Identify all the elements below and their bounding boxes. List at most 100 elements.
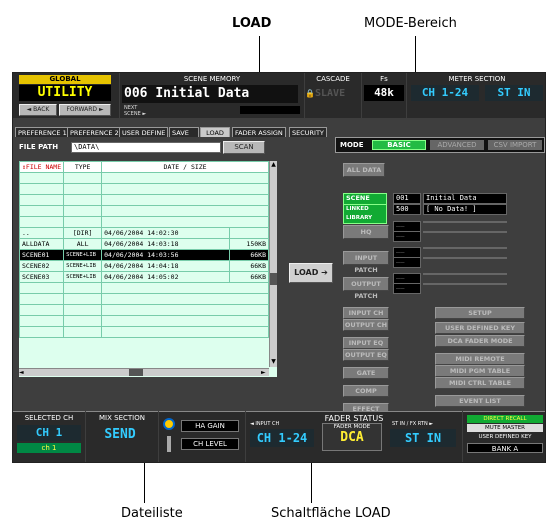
selected-ch-value[interactable]: CH 1 (17, 425, 81, 441)
all-data-button[interactable]: ALL DATA (343, 163, 385, 177)
hq-name (423, 221, 507, 223)
direct-recall-button[interactable]: DIRECT RECALL (467, 415, 543, 423)
input-eq-button[interactable]: INPUT EQ (343, 337, 389, 349)
hq-name (423, 231, 507, 233)
hq-field: —— (393, 231, 421, 242)
file-list: ⇕FILE NAME TYPE DATE / SIZE .. [DIR] 04/06/2… (18, 161, 277, 377)
hq-button[interactable]: HQ (343, 225, 389, 239)
input-ch-button[interactable]: INPUT CH (343, 307, 389, 319)
fs-value: 48k (364, 85, 404, 101)
st-in-fx-label: ST IN / FX RTN ► (392, 421, 434, 427)
fader-st-in-button[interactable]: ST IN (390, 429, 456, 447)
bank-button[interactable]: BANK A (467, 443, 543, 453)
scene-memory-label: SCENE MEMORY (183, 75, 241, 83)
scene-number: 006 (124, 86, 148, 101)
comp-button[interactable]: COMP (343, 385, 389, 397)
midi-remote-button[interactable]: MIDI REMOTE (435, 353, 525, 365)
tab-fader-assign[interactable]: FADER ASSIGN (232, 127, 286, 137)
mix-section-label: MIX SECTION (99, 414, 145, 422)
scroll-right-icon[interactable]: ► (261, 369, 269, 376)
output-patch-button[interactable]: OUTPUT PATCH (343, 277, 389, 300)
ch-level-button[interactable]: CH LEVEL (181, 438, 239, 450)
linked-library-number: 500 (393, 204, 421, 215)
ha-gain-button[interactable]: HA GAIN (181, 420, 239, 432)
table-row[interactable]: SCENE02 SCENE+LIB 04/06/2004 14:04:18 66KB (18, 260, 270, 272)
tab-preference-1[interactable]: PREFERENCE 1 (15, 127, 70, 137)
output-patch-name (423, 283, 507, 285)
input-patch-name (423, 247, 507, 249)
midi-ctrl-table-button[interactable]: MIDI CTRL TABLE (435, 377, 525, 389)
tab-preference-2[interactable]: PREFERENCE 2 (67, 127, 122, 137)
callout-load: LOAD (232, 16, 272, 31)
load-button[interactable]: LOAD ➔ (289, 263, 333, 283)
output-eq-button[interactable]: OUTPUT EQ (343, 349, 389, 361)
tab-user-define[interactable]: USER DEFINE (119, 127, 169, 137)
scene-display[interactable]: 006 Initial Data (122, 85, 298, 103)
scene-memory-name: Initial Data (423, 193, 507, 204)
input-patch-button[interactable]: INPUT PATCH (343, 251, 389, 274)
linked-library-button[interactable]: LINKED LIBRARY (343, 204, 387, 224)
global-section: GLOBAL UTILITY ◄ BACK FORWARD ► (13, 73, 119, 118)
fader-input-ch-button[interactable]: CH 1-24 (250, 429, 314, 447)
scene-memory-section: SCENE MEMORY 006 Initial Data NEXT SCENE… (120, 73, 304, 118)
selected-ch-label: SELECTED CH (24, 414, 74, 422)
scene-indicator (240, 106, 300, 114)
input-patch-name (423, 257, 507, 259)
vertical-scrollbar[interactable]: ▲ ▼ (269, 161, 277, 367)
user-defined-key-button[interactable]: USER DEFINED KEY (435, 322, 525, 334)
col-header-type[interactable]: TYPE (63, 161, 103, 173)
next-scene-label: NEXT SCENE ► (124, 105, 147, 117)
output-patch-name (423, 273, 507, 275)
table-row[interactable]: SCENE03 SCENE+LIB 04/06/2004 14:05:02 66KB (18, 271, 270, 283)
fader-mode-display[interactable]: FADER MODE DCA (322, 423, 382, 451)
user-defined-section: DIRECT RECALL MUTE MASTER USER DEFINED K… (463, 411, 545, 462)
tab-load[interactable]: LOAD (200, 127, 230, 137)
scene-name: Initial Data (155, 86, 250, 101)
fs-section: Fs 48k (362, 73, 406, 118)
h-scroll-thumb[interactable] (129, 369, 143, 376)
callout-load-button: Schaltfläche LOAD (271, 506, 391, 521)
knob-icon (163, 418, 175, 430)
mute-master-button[interactable]: MUTE MASTER (467, 424, 543, 432)
scroll-up-icon[interactable]: ▲ (270, 161, 277, 169)
tab-security[interactable]: SECURITY (289, 127, 327, 137)
midi-pgm-table-button[interactable]: MIDI PGM TABLE (435, 365, 525, 377)
event-list-button[interactable]: EVENT LIST (435, 395, 525, 407)
scroll-thumb[interactable] (270, 273, 277, 285)
mode-csv-import-button[interactable]: CSV IMPORT (488, 140, 542, 150)
cascade-label: CASCADE (316, 75, 350, 83)
lock-icon: 🔒 (305, 89, 315, 98)
horizontal-scrollbar[interactable]: ◄ ► (19, 368, 269, 376)
file-path-field[interactable]: \DATA\ (71, 142, 221, 153)
forward-button[interactable]: FORWARD ► (59, 104, 111, 116)
cascade-value: SLAVE (315, 88, 346, 99)
fader-mode-value: DCA (340, 430, 364, 445)
col-header-file-name[interactable]: ⇕FILE NAME (18, 161, 65, 173)
utility-display[interactable]: UTILITY (19, 85, 111, 101)
table-row-selected[interactable]: SCENE01 SCENE+LIB 04/06/2004 14:03:56 66KB (18, 249, 270, 261)
linked-library-name: [ No Data! ] (423, 204, 507, 215)
tab-save[interactable]: SAVE (169, 127, 199, 137)
mode-advanced-button[interactable]: ADVANCED (430, 140, 484, 150)
mode-basic-button[interactable]: BASIC (372, 140, 426, 150)
output-patch-field: —— (393, 283, 421, 294)
table-row[interactable]: ALLDATA ALL 04/06/2004 14:03:18 150KB (18, 238, 270, 250)
mix-send-button[interactable]: SEND (90, 426, 150, 444)
meter-stin-button[interactable]: ST IN (485, 85, 543, 101)
encoder-section: HA GAIN CH LEVEL (159, 411, 245, 462)
dca-fader-mode-button[interactable]: DCA FADER MODE (435, 335, 525, 347)
output-ch-button[interactable]: OUTPUT CH (343, 319, 389, 331)
back-button[interactable]: ◄ BACK (19, 104, 57, 116)
col-header-date-size[interactable]: DATE / SIZE (101, 161, 269, 173)
setup-button[interactable]: SETUP (435, 307, 525, 319)
meter-section-label: METER SECTION (448, 75, 506, 83)
mode-label: MODE (340, 141, 364, 149)
table-row[interactable]: .. [DIR] 04/06/2004 14:02:30 (18, 227, 270, 239)
gate-button[interactable]: GATE (343, 367, 389, 379)
mix-section: MIX SECTION SEND (86, 411, 158, 462)
scroll-down-icon[interactable]: ▼ (270, 358, 277, 366)
meter-ch-button[interactable]: CH 1-24 (411, 85, 479, 101)
user-defined-key-label: USER DEFINED KEY (478, 434, 532, 440)
scan-button[interactable]: SCAN (223, 141, 265, 154)
scroll-left-icon[interactable]: ◄ (19, 369, 27, 376)
